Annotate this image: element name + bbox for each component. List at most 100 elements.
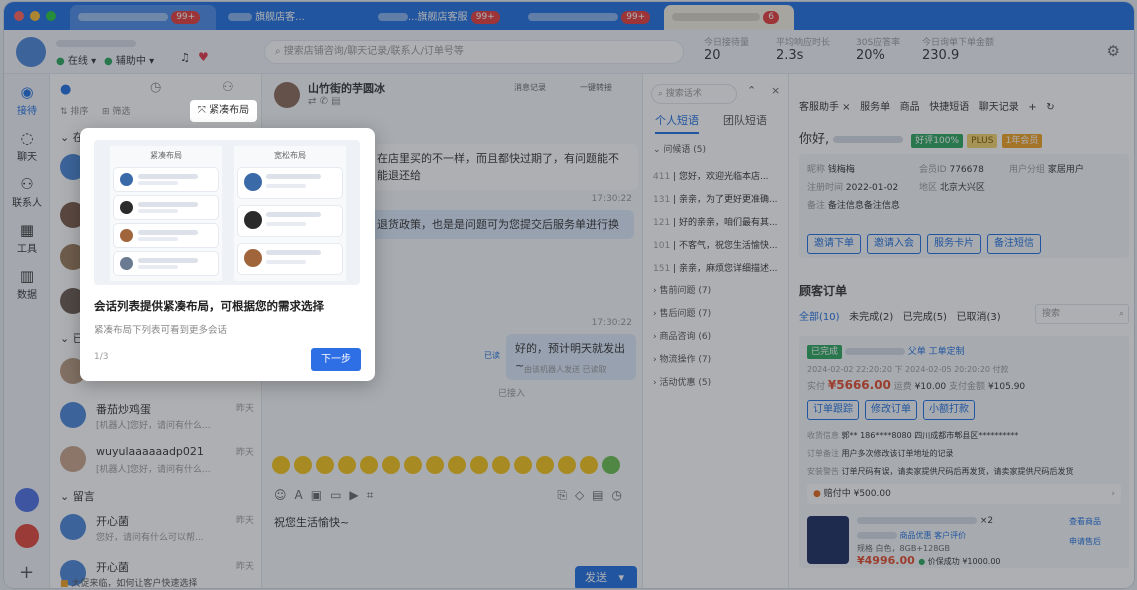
- transfer-icon[interactable]: ⇄: [308, 96, 316, 107]
- tab-store-1[interactable]: 99+: [70, 5, 216, 30]
- assist-selector[interactable]: ● 辅助中 ▾: [104, 52, 154, 67]
- global-search[interactable]: ⌕ 搜索店铺咨询/聊天记录/联系人/订单号等: [264, 40, 684, 64]
- discount-label: 运费: [893, 382, 912, 392]
- order-tab-done[interactable]: 已完成(5): [903, 312, 947, 323]
- clock-icon[interactable]: ◷: [150, 80, 161, 95]
- clipboard-icon[interactable]: ⎘: [557, 488, 575, 502]
- list-item[interactable]: 121 | 好的亲亲，咱们最有其...: [653, 212, 787, 235]
- list-item[interactable]: 101 | 不客气，祝您生活愉快...: [653, 235, 787, 258]
- edit-order-button[interactable]: 修改订单: [865, 400, 917, 420]
- folder-icon[interactable]: ▭: [330, 488, 349, 502]
- phone-icon[interactable]: ✆: [320, 96, 328, 107]
- stat-label: 今日询单下单金额: [922, 38, 995, 48]
- nav-reception[interactable]: ◉ 接待: [4, 84, 50, 117]
- top-header: ● 在线 ▾ ● 辅助中 ▾ ♫ ♥ ⌕ 搜索店铺咨询/聊天记录/联系人/订单号…: [4, 30, 1134, 74]
- footer-hint[interactable]: ■ 大促来临，如何让客户快速选择: [60, 576, 197, 588]
- message-input[interactable]: 祝您生活愉快~: [274, 514, 349, 530]
- compact-layout-toggle[interactable]: ⤧ 紧凑布局: [190, 100, 257, 122]
- service-card-button[interactable]: 服务卡片: [927, 234, 981, 254]
- status-selector[interactable]: ● 在线 ▾: [56, 52, 96, 67]
- add-tab-icon[interactable]: +: [1028, 102, 1036, 113]
- order-tab-cancel[interactable]: 已取消(3): [957, 312, 1001, 323]
- list-item[interactable]: 411 | 您好，欢迎光临本店...: [653, 166, 787, 189]
- heart-icon[interactable]: ♥: [198, 50, 209, 64]
- phrase-group[interactable]: › 活动优惠 (5): [653, 372, 711, 395]
- video-icon[interactable]: ▶: [349, 488, 366, 502]
- after-sale-button[interactable]: 申请售后: [1069, 536, 1101, 547]
- robot-icon[interactable]: [15, 488, 39, 512]
- nav-tools[interactable]: ▦ 工具: [4, 222, 50, 255]
- note-sms-button[interactable]: 备注短信: [987, 234, 1041, 254]
- message-bubble-in: 在店里买的不一样，而且都快过期了，有问题能不能退还给: [368, 144, 638, 190]
- tab-personal[interactable]: 个人短语: [655, 112, 699, 134]
- invite-member-button[interactable]: 邀请入会: [867, 234, 921, 254]
- maximize-window-dot[interactable]: [46, 11, 56, 21]
- nav-data[interactable]: ▥ 数据: [4, 268, 50, 301]
- font-icon[interactable]: A: [295, 488, 311, 502]
- tab-store-3[interactable]: ...旗舰店客服 99+: [370, 5, 516, 30]
- image-icon[interactable]: ▣: [311, 488, 330, 502]
- crop-icon[interactable]: ⌗: [367, 488, 382, 502]
- group-icon[interactable]: ⚇: [222, 80, 234, 95]
- order-search[interactable]: 搜索 ⌕: [1035, 304, 1129, 324]
- send-button[interactable]: 发送 ▾: [575, 566, 637, 588]
- warn-label: 安装警告: [807, 467, 839, 476]
- history-link[interactable]: 消息记录: [514, 82, 546, 93]
- close-window-dot[interactable]: [14, 11, 24, 21]
- phrase-group[interactable]: › 商品咨询 (6): [653, 326, 711, 349]
- track-order-button[interactable]: 订单跟踪: [807, 400, 859, 420]
- tab-assistant[interactable]: 客服助手 ×: [799, 102, 851, 113]
- tab-store-2[interactable]: 旗舰店客...: [220, 5, 366, 30]
- list-item[interactable]: wuyulaaaaaadp021 [机器人]您好，请问有什么... 昨天: [50, 440, 262, 482]
- phrase-search[interactable]: ⌕ 搜索话术: [651, 84, 737, 104]
- refund-row[interactable]: ● 赔付中 ¥500.00 ›: [807, 484, 1121, 504]
- order-search-placeholder: 搜索: [1042, 309, 1061, 319]
- nav-contacts[interactable]: ⚇ 联系人: [4, 176, 50, 209]
- bell-icon[interactable]: ♫: [180, 51, 190, 64]
- emoji-row[interactable]: [272, 456, 644, 474]
- tab-badge: 99+: [171, 10, 201, 24]
- close-icon[interactable]: ×: [771, 84, 780, 97]
- sort-button[interactable]: ⇅ 排序: [60, 104, 88, 117]
- phrase-group[interactable]: › 物流操作 (7): [653, 349, 711, 372]
- list-item[interactable]: 151 | 亲亲，麻烦您详细描述...: [653, 258, 787, 281]
- tab-store-4[interactable]: 99+: [520, 5, 660, 30]
- shield-icon[interactable]: ◇: [575, 488, 592, 502]
- alert-icon[interactable]: [15, 524, 39, 548]
- view-product-button[interactable]: 查看商品: [1069, 516, 1101, 527]
- refresh-icon[interactable]: ↻: [1046, 102, 1054, 113]
- clock-icon[interactable]: ◷: [612, 488, 630, 502]
- emoji-icon[interactable]: ☺: [274, 488, 295, 502]
- stat-value: 20: [704, 48, 721, 63]
- tab-product[interactable]: 商品: [900, 102, 920, 113]
- minimize-window-dot[interactable]: [30, 11, 40, 21]
- note-icon[interactable]: ▤: [592, 488, 611, 502]
- phrase-group[interactable]: › 售后问题 (7): [653, 303, 711, 326]
- phrase-group[interactable]: › 售前问题 (7): [653, 280, 711, 303]
- nav-chat[interactable]: ◌ 聊天: [4, 130, 50, 163]
- tab-team[interactable]: 团队短语: [723, 112, 767, 128]
- card-icon[interactable]: ▤: [331, 96, 340, 107]
- transfer-link[interactable]: 一键转接: [580, 82, 612, 93]
- list-item[interactable]: 番茄炒鸡蛋 [机器人]您好，请问有什么... 昨天: [50, 396, 262, 438]
- tab-quick[interactable]: 快捷短语: [929, 102, 969, 113]
- tab-service[interactable]: 服务单: [860, 102, 890, 113]
- agent-avatar[interactable]: [16, 37, 46, 67]
- filter-button[interactable]: ⊞ 筛选: [102, 104, 130, 117]
- order-tab-open[interactable]: 未完成(2): [849, 312, 893, 323]
- gear-icon[interactable]: ⚙: [1107, 42, 1120, 60]
- order-tab-all[interactable]: 全部(10): [799, 312, 840, 323]
- sessions-tab-icon[interactable]: ●: [60, 82, 71, 97]
- small-pay-button[interactable]: 小额打款: [923, 400, 975, 420]
- tab-store-5[interactable]: 6: [664, 5, 794, 30]
- phrase-group-open[interactable]: ⌄ 问候语 (5): [653, 142, 706, 155]
- group-message[interactable]: ⌄ 留言: [60, 488, 95, 504]
- collapse-icon[interactable]: ⌃: [747, 84, 756, 97]
- plus-icon[interactable]: +: [19, 562, 34, 583]
- chevron-down-icon[interactable]: ▾: [619, 571, 625, 584]
- invite-order-button[interactable]: 邀请下单: [807, 234, 861, 254]
- next-step-button[interactable]: 下一步: [311, 348, 361, 371]
- tab-history[interactable]: 聊天记录: [979, 102, 1019, 113]
- list-item[interactable]: 131 | 亲亲，为了更好更准确...: [653, 189, 787, 212]
- list-item[interactable]: 开心菌 您好，请问有什么可以帮... 昨天: [50, 508, 262, 550]
